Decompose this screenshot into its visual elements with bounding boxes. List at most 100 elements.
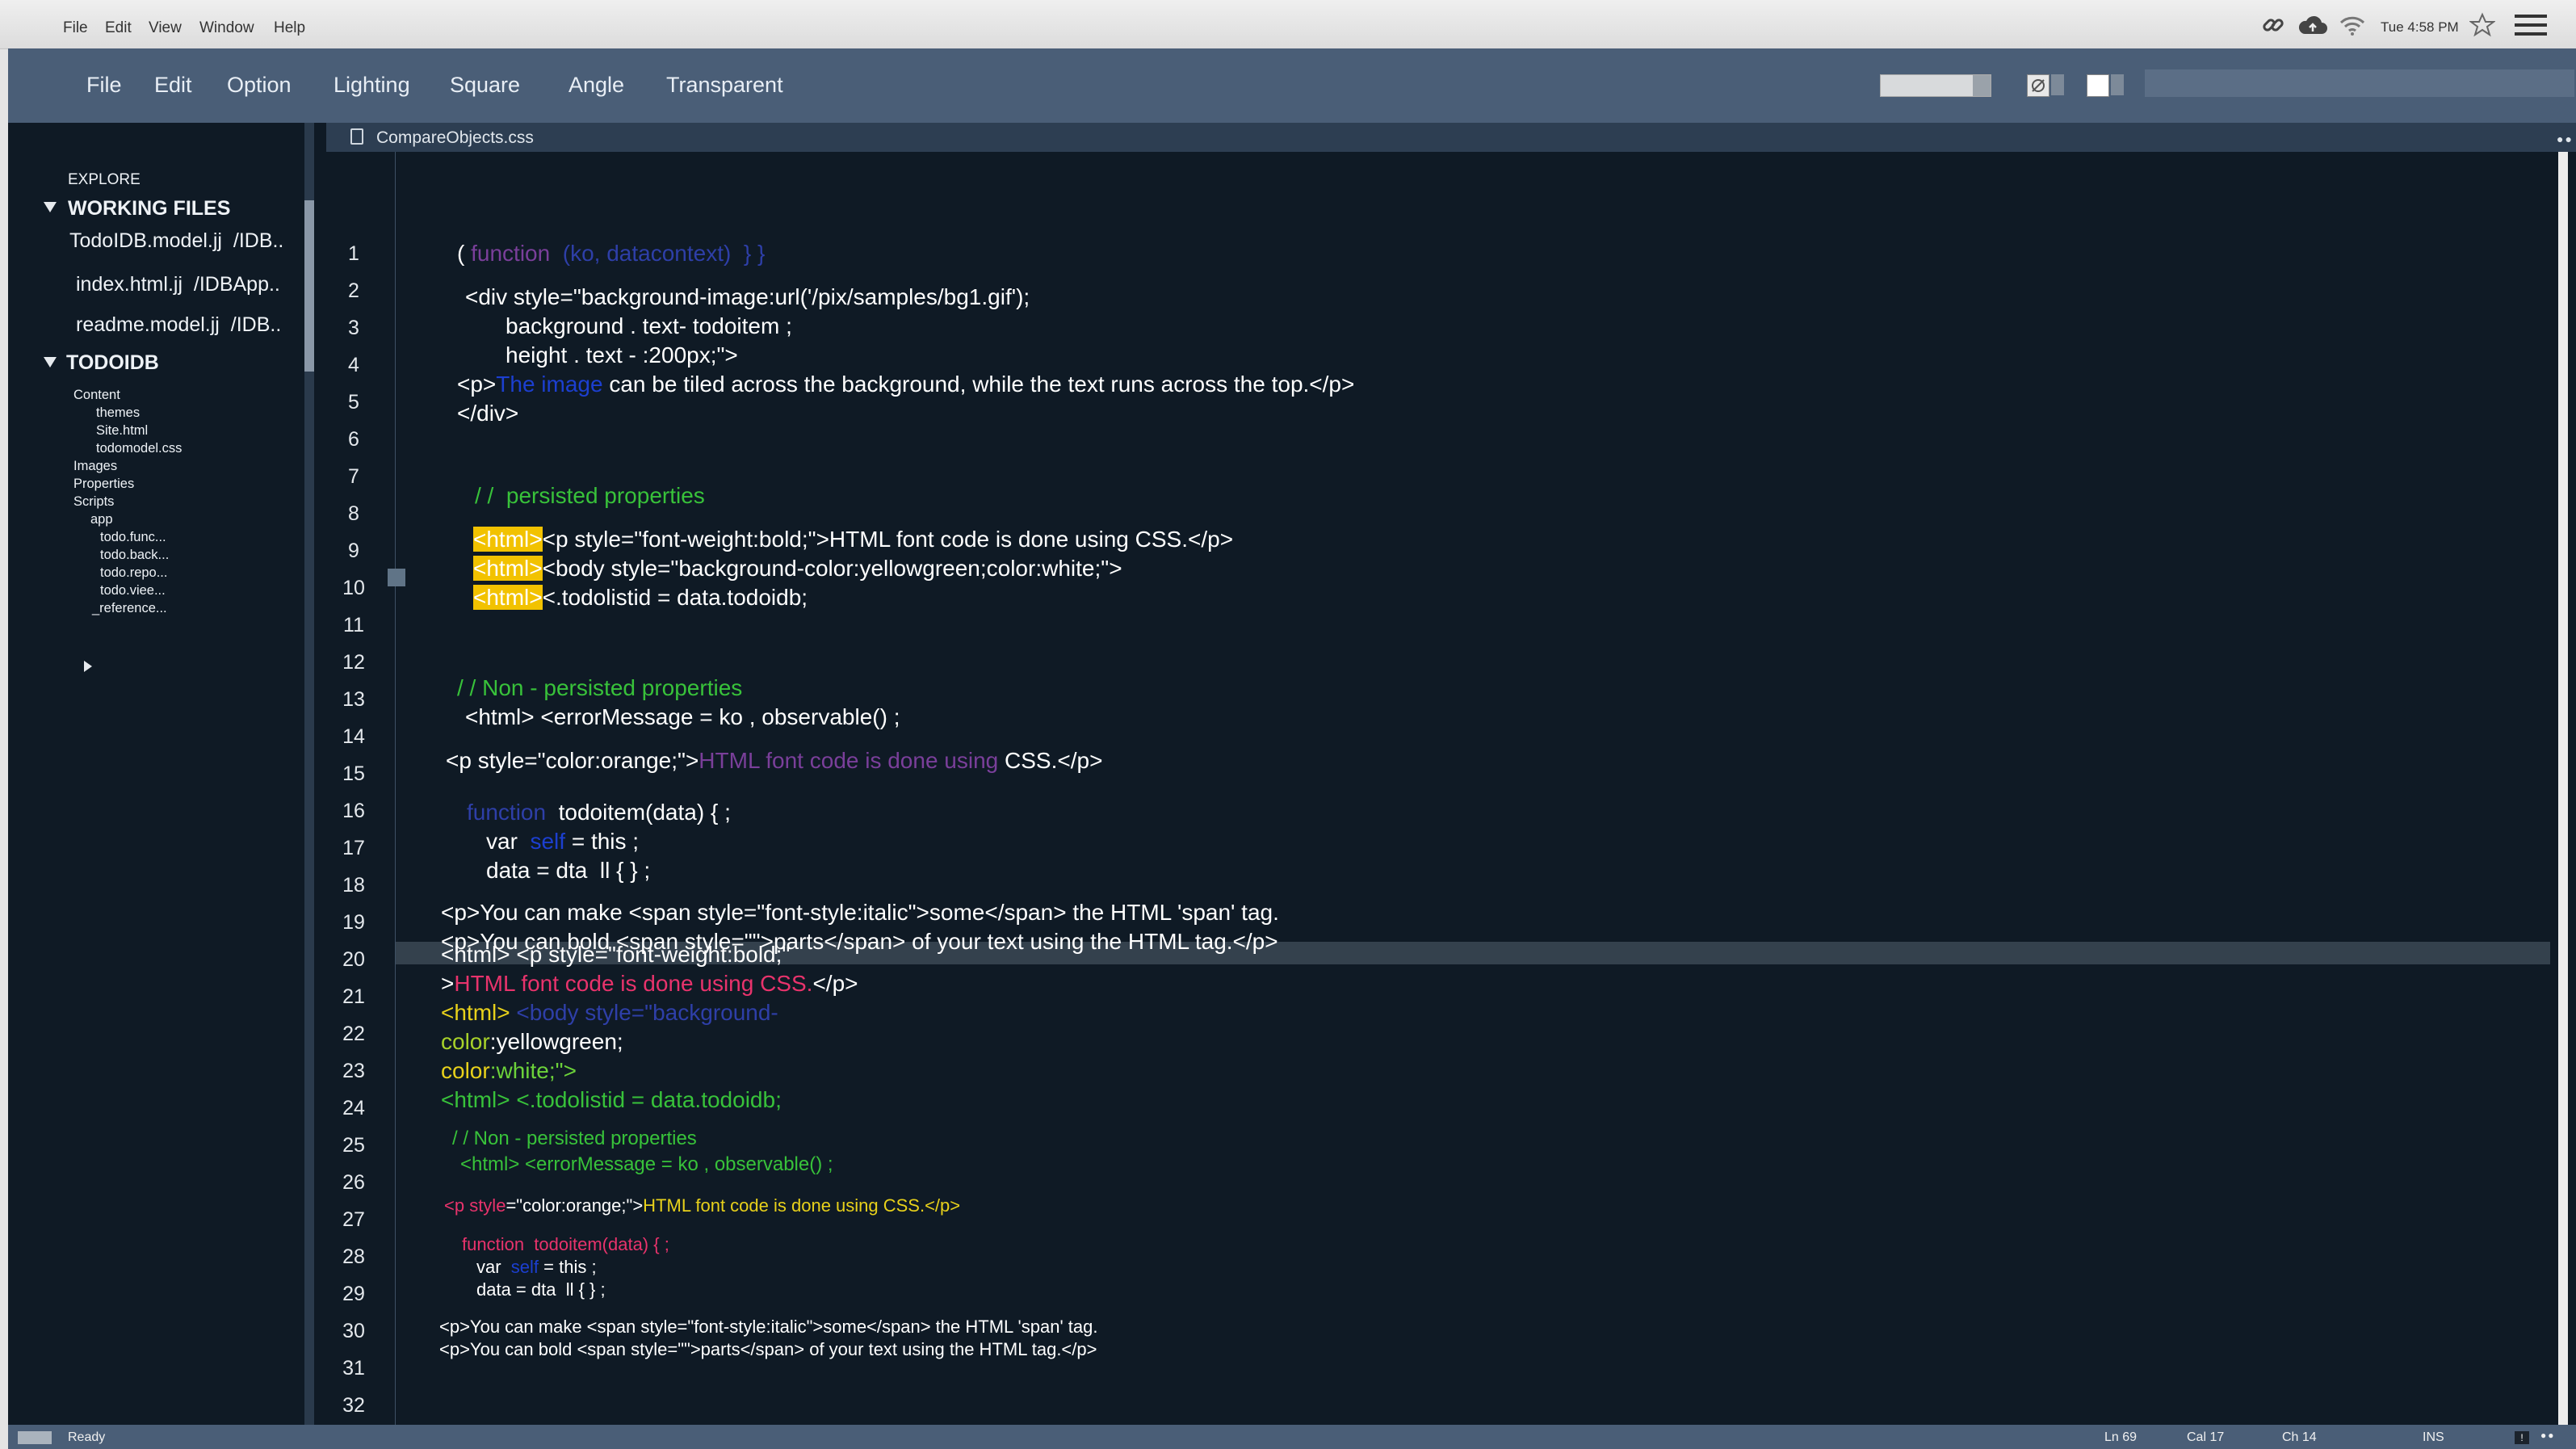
code-line: color:yellowgreen;: [441, 1029, 623, 1055]
style-dropdown[interactable]: [1880, 74, 1991, 97]
line-number: 10: [342, 577, 365, 599]
tree-item-app[interactable]: app: [90, 512, 113, 527]
project-heading[interactable]: TODOIDB: [66, 351, 159, 375]
menu-option[interactable]: Option: [227, 73, 292, 98]
breakpoint-marker[interactable]: [388, 569, 405, 586]
color-stepper[interactable]: [2111, 74, 2124, 95]
line-number: 8: [348, 502, 359, 525]
tree-item-todomodel[interactable]: todomodel.css: [96, 441, 182, 456]
tree-item-properties[interactable]: Properties: [73, 477, 134, 492]
no-color-swatch[interactable]: [2027, 74, 2049, 97]
menu-edit[interactable]: Edit: [154, 73, 192, 98]
code-token: can be tiled across the background, whil…: [602, 372, 1355, 397]
system-menu-file[interactable]: File: [63, 19, 88, 37]
clock: Tue 4:58 PM: [2381, 19, 2459, 35]
status-menu-icon[interactable]: ●●: [2540, 1430, 2556, 1441]
white-color-swatch[interactable]: [2087, 74, 2109, 97]
cloud-upload-icon[interactable]: [2297, 11, 2329, 39]
tree-item-content[interactable]: Content: [73, 388, 120, 403]
wifi-icon[interactable]: [2338, 11, 2367, 39]
code-token: color: [441, 1058, 490, 1083]
code-editor[interactable]: CompareObjects.css ●● 1 2 3 4 5 6 7 8 9 …: [318, 123, 2576, 1425]
code-token: = this ;: [539, 1257, 597, 1277]
status-line: Ln 69: [2104, 1430, 2138, 1444]
code-line: var self = this ;: [476, 1257, 597, 1278]
code-line: <p>You can make <span style="font-style:…: [441, 900, 1279, 925]
code-token: <p>: [457, 372, 497, 397]
code-line: <p>The image can be tiled across the bac…: [457, 372, 1354, 397]
code-token: </p>: [812, 971, 858, 996]
expand-triangle-icon[interactable]: [84, 661, 92, 672]
code-line: function todoitem(data) { ;: [467, 800, 731, 825]
code-token: todoitem(data) { ;: [546, 800, 731, 825]
system-menu-bar: File Edit View Window Help Tue 4:58 PM: [0, 0, 2576, 49]
line-number: 4: [348, 354, 359, 376]
tree-item-file[interactable]: todo.func...: [100, 530, 166, 545]
status-bar: Ready Ln 69 Cal 17 Ch 14 INS ! ●●: [8, 1425, 2576, 1449]
line-number: 16: [342, 800, 365, 822]
line-number: 18: [342, 874, 365, 897]
editor-app-window: File Edit Option Lighting Square Angle T…: [8, 48, 2576, 1449]
file-icon: [350, 128, 363, 145]
tree-item-themes[interactable]: themes: [96, 405, 140, 421]
code-line: data = dta ll { } ;: [486, 858, 651, 883]
working-file-item[interactable]: readme.model.jj /IDB..: [76, 313, 281, 337]
code-token: <body style="background-color:yellowgree…: [542, 556, 1122, 581]
status-insert-mode[interactable]: INS: [2423, 1430, 2444, 1445]
swatch-stepper[interactable]: [2051, 74, 2064, 95]
tab-filename[interactable]: CompareObjects.css: [376, 128, 534, 148]
code-token: var: [486, 829, 531, 854]
line-number: 2: [348, 279, 359, 302]
code-line: data = dta ll { } ;: [476, 1279, 606, 1300]
system-menu-view[interactable]: View: [149, 19, 182, 37]
line-number: 6: [348, 428, 359, 451]
sidebar-scroll-thumb[interactable]: [304, 200, 314, 372]
tree-item-images[interactable]: Images: [73, 459, 117, 474]
line-number: 15: [342, 762, 365, 785]
code-line: <html> <errorMessage = ko , observable()…: [460, 1153, 833, 1175]
line-number: 30: [342, 1320, 365, 1342]
collapse-triangle-icon[interactable]: [44, 357, 57, 368]
line-number: 24: [342, 1097, 365, 1119]
system-menu-help[interactable]: Help: [274, 19, 305, 37]
star-icon[interactable]: [2469, 11, 2495, 39]
link-icon[interactable]: [2261, 11, 2285, 39]
line-number: 26: [342, 1171, 365, 1194]
working-file-item[interactable]: index.html.jj /IDBApp..: [76, 273, 280, 296]
tree-item-file[interactable]: todo.repo...: [100, 565, 167, 581]
working-files-heading[interactable]: WORKING FILES: [68, 197, 230, 220]
line-number: 1: [348, 242, 359, 265]
menu-transparent[interactable]: Transparent: [666, 73, 783, 98]
menu-file[interactable]: File: [86, 73, 122, 98]
line-number: 25: [342, 1134, 365, 1157]
line-number: 21: [342, 985, 365, 1008]
menu-angle[interactable]: Angle: [568, 73, 624, 98]
code-token: <body style="background-: [516, 1000, 778, 1025]
system-menu-window[interactable]: Window: [199, 19, 254, 37]
code-line: </div>: [457, 401, 519, 426]
line-number: 12: [342, 651, 365, 674]
collapse-triangle-icon[interactable]: [44, 202, 57, 212]
tree-item-file[interactable]: todo.back...: [100, 548, 169, 563]
working-file-item[interactable]: TodoIDB.model.jj /IDB..: [69, 229, 283, 253]
tab-options-icon[interactable]: ●●: [2557, 132, 2574, 145]
editor-scrollbar[interactable]: [2558, 152, 2568, 1425]
app-toolbar: File Edit Option Lighting Square Angle T…: [8, 48, 2576, 123]
gutter-divider: [395, 152, 396, 1425]
code-line: <p>You can bold <span style="">parts</sp…: [439, 1339, 1097, 1359]
system-menu-edit[interactable]: Edit: [105, 19, 132, 37]
menu-lighting[interactable]: Lighting: [334, 73, 410, 98]
code-token: <html>: [441, 1000, 517, 1025]
code-line: <html> <.todolistid = data.todoidb;: [441, 1087, 782, 1112]
code-token: HTML font code is done using: [699, 748, 1005, 773]
hamburger-menu-icon[interactable]: [2515, 11, 2547, 39]
tree-item-reference[interactable]: _reference...: [92, 601, 167, 616]
search-input[interactable]: [2145, 69, 2574, 97]
menu-square[interactable]: Square: [450, 73, 520, 98]
warning-icon[interactable]: !: [2515, 1431, 2529, 1444]
tree-item-site[interactable]: Site.html: [96, 423, 148, 439]
tree-item-scripts[interactable]: Scripts: [73, 494, 114, 510]
highlight-tag: <html>: [473, 585, 543, 610]
tree-item-file[interactable]: todo.viee...: [100, 583, 166, 598]
code-line: <html> <errorMessage = ko , observable()…: [465, 704, 900, 729]
